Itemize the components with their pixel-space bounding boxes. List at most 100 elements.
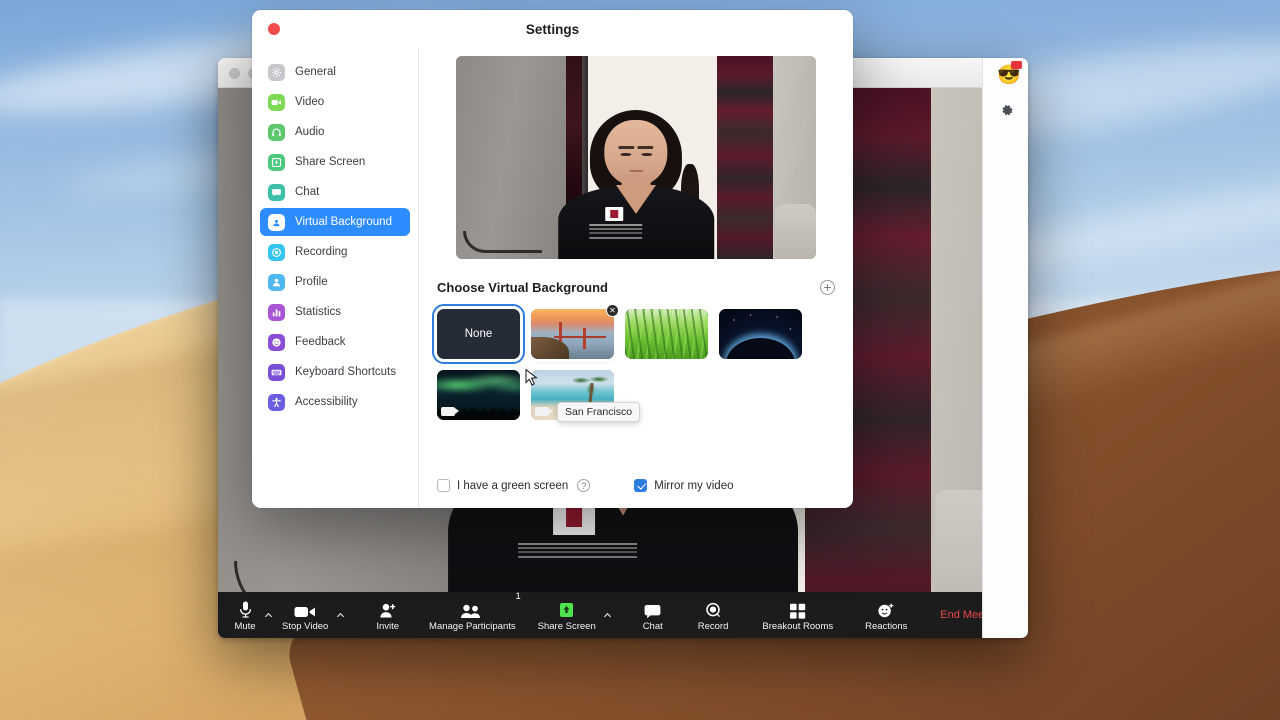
sidebar-item-profile[interactable]: Profile xyxy=(260,268,410,296)
green-screen-checkbox[interactable] xyxy=(437,479,450,492)
thumbnail-image: None xyxy=(437,309,520,359)
sidebar-item-virtual-background[interactable]: Virtual Background xyxy=(260,208,410,236)
grass-artwork xyxy=(625,309,708,359)
virtual-background-thumbnail-grid: None ✕ San Francisco xyxy=(432,304,807,422)
sidebar-item-feedback[interactable]: Feedback xyxy=(260,328,410,356)
sidebar-item-accessibility[interactable]: Accessibility xyxy=(260,388,410,416)
person-frame-icon xyxy=(268,213,285,231)
video-options-caret[interactable] xyxy=(332,592,348,638)
sidebar-label: Profile xyxy=(295,276,328,288)
sidebar-label: Feedback xyxy=(295,336,346,348)
settings-gear-button[interactable] xyxy=(1000,104,1014,122)
thumbnail-image xyxy=(625,309,708,359)
sidebar-label: Video xyxy=(295,96,325,108)
mute-label: Mute xyxy=(234,620,256,632)
smiley-plus-icon xyxy=(877,599,895,619)
chevron-up-icon xyxy=(336,612,344,617)
background-thumbnail-san-francisco[interactable]: ✕ xyxy=(531,304,619,359)
bar-chart-icon xyxy=(268,303,285,321)
share-screen-button[interactable]: Share Screen xyxy=(534,592,600,638)
sidebar-label: Virtual Background xyxy=(295,216,392,228)
microphone-icon xyxy=(239,599,252,619)
participant-shirt xyxy=(558,184,714,259)
sidebar-item-statistics[interactable]: Statistics xyxy=(260,298,410,326)
gear-icon xyxy=(1002,105,1013,116)
green-screen-option[interactable]: I have a green screen ? xyxy=(437,479,591,492)
smiley-icon xyxy=(268,333,285,351)
reactions-label: Reactions xyxy=(865,620,908,632)
sidebar-item-video[interactable]: Video xyxy=(260,88,410,116)
artwork-bridge-deck xyxy=(554,336,606,338)
video-camera-icon xyxy=(268,93,285,111)
settings-sidebar: General Video Audio Share Screen Chat Vi… xyxy=(252,48,419,508)
sidebar-label: Keyboard Shortcuts xyxy=(295,366,397,378)
virtual-background-options: I have a green screen ? Mirror my video xyxy=(437,479,733,492)
share-screen-icon xyxy=(557,599,576,619)
manage-participants-button[interactable]: 1 Manage Participants xyxy=(425,591,521,638)
sidebar-item-recording[interactable]: Recording xyxy=(260,238,410,266)
mute-button[interactable]: Mute xyxy=(230,592,260,638)
plus-icon xyxy=(824,284,831,291)
sidebar-item-general[interactable]: General xyxy=(260,58,410,86)
add-background-button[interactable] xyxy=(820,280,835,295)
sidebar-item-share-screen[interactable]: Share Screen xyxy=(260,148,410,176)
mirror-video-checkbox[interactable] xyxy=(634,479,648,492)
participant-eyebrow xyxy=(637,146,654,149)
virtual-background-header: Choose Virtual Background xyxy=(437,280,835,295)
participant-eye xyxy=(641,152,652,156)
background-thumbnail-aurora[interactable] xyxy=(437,370,520,420)
shirt-logo xyxy=(604,206,624,222)
preview-participant xyxy=(558,101,714,259)
camera-preview xyxy=(456,56,816,259)
chevron-up-icon xyxy=(264,612,272,617)
audio-options-caret[interactable] xyxy=(260,592,276,638)
keyboard-icon xyxy=(268,363,285,381)
reactions-button[interactable]: Reactions xyxy=(861,592,911,638)
invite-label: Invite xyxy=(376,620,400,632)
chevron-up-icon xyxy=(604,612,612,617)
sidebar-item-audio[interactable]: Audio xyxy=(260,118,410,146)
sidebar-item-keyboard-shortcuts[interactable]: Keyboard Shortcuts xyxy=(260,358,410,386)
participant-eyebrow xyxy=(618,146,635,149)
participant-mouth xyxy=(629,169,643,173)
artwork-cliff xyxy=(531,337,570,359)
close-settings-button[interactable] xyxy=(268,23,280,35)
video-background-icon xyxy=(535,407,553,416)
invite-button[interactable]: Invite xyxy=(372,592,403,638)
chat-bubble-icon xyxy=(268,183,285,201)
participant-eye xyxy=(620,152,631,156)
sidebar-label: Audio xyxy=(295,126,325,138)
sidebar-label: Chat xyxy=(295,186,320,198)
sidebar-label: General xyxy=(295,66,336,78)
background-thumbnail-none[interactable]: None xyxy=(432,304,525,364)
artwork-water xyxy=(562,345,614,359)
video-background-icon xyxy=(441,407,459,416)
breakout-rooms-button[interactable]: Breakout Rooms xyxy=(758,592,837,638)
sidebar-item-chat[interactable]: Chat xyxy=(260,178,410,206)
mirror-video-option[interactable]: Mirror my video xyxy=(634,479,733,492)
earth-artwork xyxy=(719,309,802,359)
stop-video-button[interactable]: Stop Video xyxy=(278,592,332,638)
help-question-icon[interactable]: ? xyxy=(577,479,591,492)
person-icon xyxy=(268,273,285,291)
grid-squares-icon xyxy=(789,599,806,619)
record-label: Record xyxy=(697,620,729,632)
close-window-dot[interactable] xyxy=(229,68,240,79)
background-thumbnail-earth[interactable] xyxy=(719,309,802,359)
background-thumbnail-grass[interactable] xyxy=(625,309,708,359)
gear-icon xyxy=(268,63,285,81)
share-options-caret[interactable] xyxy=(600,592,616,638)
delete-background-button[interactable]: ✕ xyxy=(606,304,619,317)
add-person-icon xyxy=(379,599,397,619)
participant-face xyxy=(604,119,668,187)
sidebar-label: Recording xyxy=(295,246,348,258)
participant-count-badge: 1 xyxy=(515,591,521,601)
chat-button[interactable]: Chat xyxy=(638,592,668,638)
thumbnail-tooltip: San Francisco xyxy=(557,402,641,422)
chat-label: Chat xyxy=(642,620,663,632)
shirt-logo-text xyxy=(589,224,643,227)
record-button[interactable]: Record xyxy=(694,592,733,638)
chat-bubble-icon xyxy=(644,599,661,619)
settings-title: Settings xyxy=(525,21,580,37)
green-screen-label: I have a green screen xyxy=(457,479,569,492)
